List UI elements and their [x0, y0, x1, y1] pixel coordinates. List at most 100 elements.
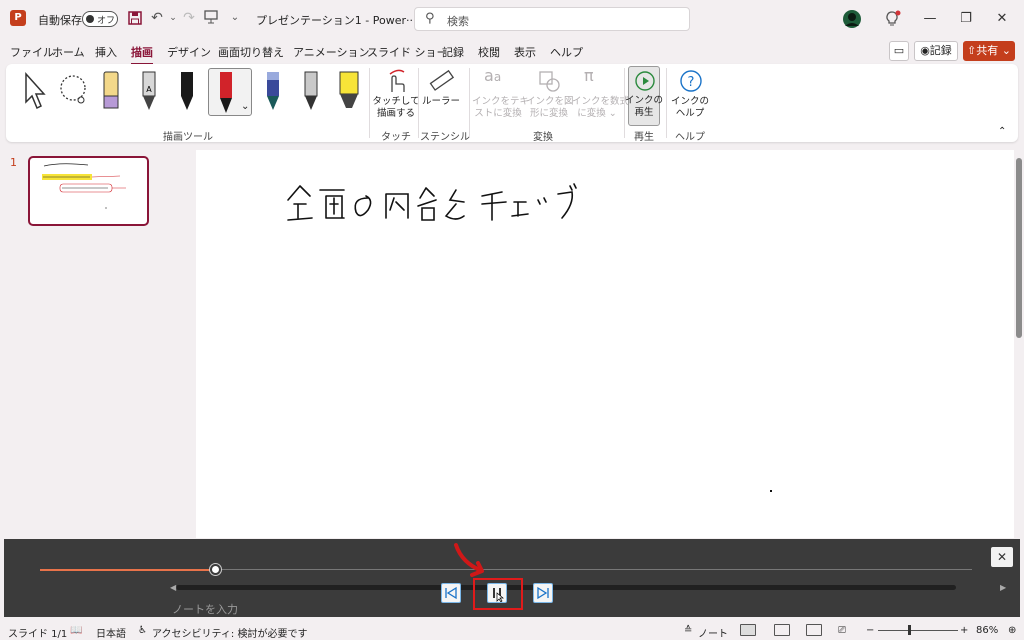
- scroll-left-icon[interactable]: ◀: [170, 583, 176, 592]
- ink-to-text-button[interactable]: インクをテキ ストに変換: [472, 96, 530, 120]
- galaxy-pen-icon[interactable]: [256, 68, 290, 116]
- scrollbar-thumb[interactable]: [1016, 158, 1022, 338]
- notes-scrollbar[interactable]: [176, 585, 956, 590]
- record-button[interactable]: ◉記録: [914, 41, 958, 61]
- zoom-level[interactable]: 86%: [976, 625, 998, 636]
- ink-help-icon[interactable]: ?: [678, 68, 704, 94]
- silver-pen-icon[interactable]: [294, 68, 328, 116]
- spellcheck-book-icon[interactable]: 📖: [70, 625, 82, 636]
- ink-to-math-button[interactable]: インクを数式 に変換 ⌄: [572, 96, 630, 120]
- highlighter-icon[interactable]: [332, 68, 366, 116]
- tab-animations[interactable]: アニメーション: [293, 44, 370, 60]
- normal-view-icon[interactable]: [740, 624, 756, 636]
- zoom-slider-thumb[interactable]: [908, 625, 911, 635]
- fast-forward-button[interactable]: [533, 583, 553, 603]
- tab-slideshow[interactable]: スライド ショー: [367, 44, 448, 60]
- svg-text:A: A: [146, 85, 152, 94]
- save-icon[interactable]: [126, 10, 144, 28]
- share-button[interactable]: ⇧共有 ⌄: [963, 41, 1015, 61]
- tab-help[interactable]: ヘルプ: [550, 44, 583, 60]
- black-pen-icon[interactable]: [170, 68, 204, 116]
- replay-scrub-handle[interactable]: [209, 564, 221, 575]
- zoom-in-icon[interactable]: +: [960, 625, 968, 636]
- slide-canvas[interactable]: [196, 150, 1014, 538]
- notes-toggle[interactable]: ノート: [698, 625, 728, 640]
- notes-icon[interactable]: ≙: [684, 625, 692, 636]
- ink-to-shape-label-2: 形に変換: [529, 108, 568, 119]
- rewind-button[interactable]: [441, 583, 461, 603]
- ink-replay-label: インクの 再生: [625, 95, 663, 119]
- eraser-icon[interactable]: [94, 68, 128, 116]
- customize-toolbar-icon[interactable]: ⌄: [226, 9, 244, 27]
- comment-icon: ▭: [893, 44, 905, 57]
- search-icon: ⚲: [425, 11, 435, 26]
- touch-draw-icon[interactable]: [384, 68, 408, 94]
- slideshow-view-icon[interactable]: ⎚: [838, 625, 846, 636]
- ruler-button[interactable]: ルーラー: [420, 96, 462, 108]
- tab-record[interactable]: 記録: [442, 44, 464, 60]
- group-separator: [369, 68, 370, 138]
- ink-help-label-2: ヘルプ: [675, 108, 705, 119]
- ink-to-math-icon[interactable]: π: [584, 66, 610, 94]
- ink-help-button[interactable]: インクの ヘルプ: [670, 96, 710, 120]
- tab-file[interactable]: ファイル: [10, 44, 54, 60]
- ink-to-shape-button[interactable]: インクを図 形に変換: [526, 96, 574, 120]
- fit-to-window-icon[interactable]: ⊕: [1008, 625, 1016, 636]
- pencil-icon[interactable]: A: [132, 68, 166, 116]
- zoom-slider[interactable]: [878, 630, 958, 631]
- select-pointer-icon[interactable]: [18, 68, 52, 116]
- tab-design[interactable]: デザイン: [167, 44, 211, 60]
- lasso-select-icon[interactable]: [56, 68, 90, 116]
- present-icon[interactable]: [202, 9, 220, 27]
- group-label-draw-tools: 描画ツール: [163, 132, 213, 143]
- lightbulb-icon[interactable]: [882, 9, 902, 29]
- redo-icon[interactable]: ↷: [180, 9, 198, 27]
- ink-to-math-label-1: インクを数式: [572, 96, 630, 107]
- notes-input[interactable]: ノートを入力: [172, 601, 238, 617]
- autosave-toggle[interactable]: オフ: [82, 11, 118, 27]
- comments-button[interactable]: ▭: [889, 41, 909, 61]
- vertical-scrollbar[interactable]: [1014, 150, 1024, 538]
- touch-draw-label-2: 描画する: [376, 108, 415, 119]
- zoom-out-icon[interactable]: −: [866, 625, 874, 636]
- minimize-icon[interactable]: —: [912, 0, 948, 38]
- title-bar: P 自動保存 オフ ↶ ⌄ ↷ ⌄ プレゼンテーション1 - Power··· …: [0, 0, 1024, 38]
- ink-to-shape-icon[interactable]: [536, 68, 562, 94]
- pen-options-chevron-icon[interactable]: ⌄: [241, 101, 249, 112]
- slide-thumbnail[interactable]: [28, 156, 149, 226]
- ruler-icon[interactable]: [428, 68, 455, 94]
- touch-draw-button[interactable]: タッチして 描画する: [372, 96, 420, 120]
- restore-icon[interactable]: ❐: [948, 0, 984, 38]
- red-pen-icon[interactable]: ⌄: [208, 68, 252, 116]
- search-input[interactable]: 検索: [447, 13, 469, 29]
- ink-help-label-1: インクの: [670, 96, 709, 107]
- slide-sorter-icon[interactable]: [774, 624, 790, 636]
- accessibility-icon[interactable]: ♿: [138, 625, 147, 636]
- share-icon: ⇧: [967, 44, 977, 57]
- ink-replay-button[interactable]: インクの 再生: [625, 66, 663, 126]
- tab-home[interactable]: ホーム: [52, 44, 85, 60]
- ink-to-text-label-1: インクをテキ: [472, 96, 530, 107]
- tab-transitions[interactable]: 画面切り替え: [218, 44, 284, 60]
- ribbon-tabs: ファイル ホーム 挿入 描画 デザイン 画面切り替え アニメーション スライド …: [0, 38, 1024, 65]
- group-label-convert: 変換: [533, 132, 553, 143]
- tab-draw[interactable]: 描画: [131, 44, 153, 65]
- touch-draw-label-1: タッチして: [372, 96, 420, 107]
- tab-insert[interactable]: 挿入: [95, 44, 117, 60]
- slide-number: 1: [10, 156, 17, 169]
- ink-dot: [770, 490, 772, 492]
- scroll-right-icon[interactable]: ▶: [1000, 583, 1006, 592]
- ink-to-text-icon[interactable]: aa: [484, 66, 510, 94]
- tab-review[interactable]: 校閲: [478, 44, 500, 60]
- language-indicator[interactable]: 日本語: [96, 625, 126, 640]
- reading-view-icon[interactable]: [806, 624, 822, 636]
- close-replay-button[interactable]: ✕: [991, 547, 1013, 567]
- collapse-ribbon-icon[interactable]: ⌃: [998, 126, 1006, 137]
- powerpoint-app-icon: P: [10, 10, 26, 26]
- tab-view[interactable]: 表示: [514, 44, 536, 60]
- search-box[interactable]: ⚲ 検索: [414, 7, 690, 31]
- chevron-down-icon: ⌄: [998, 44, 1011, 57]
- avatar[interactable]: [842, 9, 862, 29]
- accessibility-status[interactable]: アクセシビリティ: 検討が必要です: [152, 625, 307, 640]
- close-icon[interactable]: ✕: [984, 0, 1020, 38]
